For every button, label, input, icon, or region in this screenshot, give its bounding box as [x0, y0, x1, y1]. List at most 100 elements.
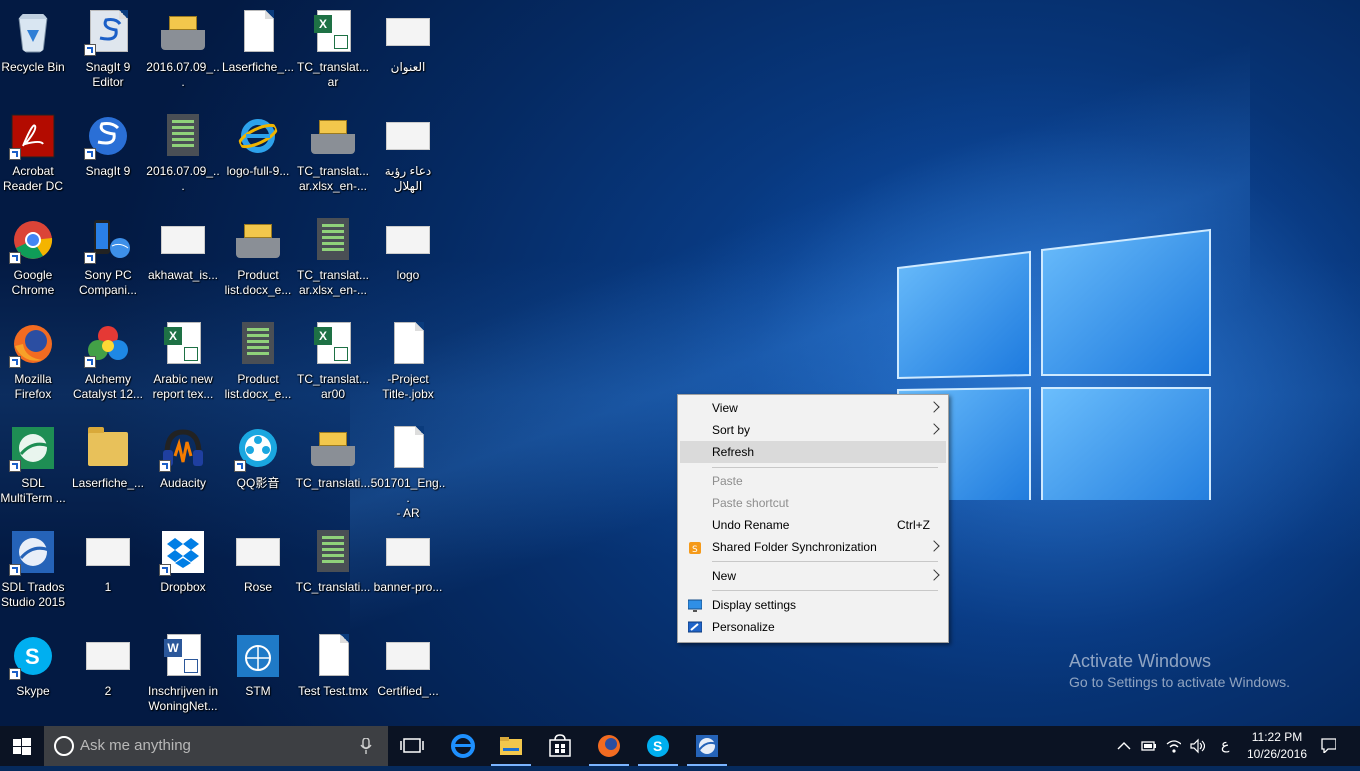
desktop-icon[interactable]: Google Chrome [0, 212, 71, 312]
desktop-icon[interactable]: X Arabic new report tex... [145, 316, 221, 416]
desktop-icon[interactable]: دعاء رؤية الهلال [370, 108, 446, 208]
menu-separator [712, 590, 938, 591]
desktop-icon[interactable]: Acrobat Reader DC [0, 108, 71, 208]
cortana-icon [54, 736, 74, 756]
desktop-icon-label: TC_translati... [295, 476, 371, 490]
desktop-icon[interactable]: W Inschrijven in WoningNet... [145, 628, 221, 726]
desktop-icon[interactable]: STM [220, 628, 296, 726]
desktop-icon[interactable]: العنوان [370, 4, 446, 104]
menu-item-refresh[interactable]: Refresh [680, 441, 946, 463]
desktop-icon[interactable]: logo [370, 212, 446, 312]
desktop-icon[interactable]: SDL MultiTerm ... [0, 420, 71, 520]
desktop-icon[interactable]: 2016.07.09_... [145, 108, 221, 208]
clock-time: 11:22 PM [1251, 730, 1303, 744]
clock[interactable]: 11:22 PM 10/26/2016 [1240, 729, 1314, 763]
desktop-icon-label: Dropbox [160, 580, 206, 594]
battery-power-icon[interactable] [1140, 738, 1156, 754]
desktop-icon-label: Rose [243, 580, 272, 594]
edge-icon [451, 734, 475, 758]
desktop-icon[interactable]: -Project Title-.jobx [370, 316, 446, 416]
menu-item-label: Paste shortcut [712, 496, 789, 510]
taskbar-skype[interactable]: S [634, 726, 682, 766]
desktop-icon[interactable]: banner-pro... [370, 524, 446, 624]
desktop-icon[interactable]: SnagIt 9 [70, 108, 146, 208]
menu-item-display-settings[interactable]: Display settings [680, 594, 946, 616]
desktop-icon[interactable]: TC_translati... [295, 420, 371, 520]
desktop-icon[interactable]: Laserfiche_... [70, 420, 146, 520]
svg-text:S: S [692, 545, 698, 555]
desktop-icon[interactable]: Test Test.tmx [295, 628, 371, 726]
volume-icon[interactable] [1189, 738, 1205, 754]
desktop-icon[interactable]: 501701_Eng... - AR [370, 420, 446, 520]
action-center-icon[interactable] [1320, 737, 1336, 753]
taskbar-firefox[interactable] [585, 726, 633, 766]
desktop-icon[interactable]: X TC_translat... ar00 [295, 316, 371, 416]
desktop-icon-label: Alchemy Catalyst 12... [72, 372, 144, 401]
taskbar-edge[interactable] [439, 726, 487, 766]
desktop-icon[interactable]: 2 [70, 628, 146, 726]
desktop-icon[interactable]: TC_translati... [295, 524, 371, 624]
desktop-icon-label: 1 [104, 580, 112, 594]
text-document-icon [234, 320, 282, 368]
menu-item-paste-shortcut[interactable]: Paste shortcut [680, 492, 946, 514]
desktop-icon[interactable]: S Skype [0, 628, 71, 726]
desktop-icon[interactable]: Laserfiche_... [220, 4, 296, 104]
shortcut-arrow-icon [9, 148, 21, 160]
desktop-icon[interactable]: 1 [70, 524, 146, 624]
chevron-up-icon[interactable] [1116, 738, 1132, 754]
desktop-icon[interactable]: X TC_translat... ar [295, 4, 371, 104]
desktop-icon[interactable]: Alchemy Catalyst 12... [70, 316, 146, 416]
desktop-icon[interactable]: TC_translat... ar.xlsx_en-... [295, 212, 371, 312]
desktop-icon-label: Mozilla Firefox [14, 372, 52, 401]
microphone-icon[interactable] [360, 738, 372, 754]
menu-item-paste[interactable]: Paste [680, 470, 946, 492]
desktop-icon[interactable]: TC_translat... ar.xlsx_en-... [295, 108, 371, 208]
desktop-icon[interactable]: Rose [220, 524, 296, 624]
input-language-indicator[interactable]: ع [1221, 736, 1229, 753]
desktop[interactable]: Recycle Bin SnagIt 9 Editor 2016.07.09_...… [0, 0, 1360, 726]
shortcut-arrow-icon [9, 356, 21, 368]
desktop-icon[interactable]: Product list.docx_e... [220, 212, 296, 312]
menu-item-personalize[interactable]: Personalize [680, 616, 946, 638]
menu-item-undo-rename[interactable]: Undo Rename Ctrl+Z [680, 514, 946, 536]
desktop-icon-label: 2 [104, 684, 112, 698]
taskbar-sdl[interactable] [683, 726, 731, 766]
desktop-icon[interactable]: Product list.docx_e... [220, 316, 296, 416]
desktop-icon[interactable]: Audacity [145, 420, 221, 520]
menu-item-new[interactable]: New [680, 565, 946, 587]
desktop-icon[interactable]: SnagIt 9 Editor [70, 4, 146, 104]
file-tray-icon [309, 112, 357, 160]
desktop-icon[interactable]: 2016.07.09_... [145, 4, 221, 104]
menu-item-label: Shared Folder Synchronization [712, 540, 877, 554]
wifi-icon[interactable] [1165, 738, 1181, 754]
desktop-icon-label: Acrobat Reader DC [2, 164, 64, 193]
desktop-icon[interactable]: Sony PC Compani... [70, 212, 146, 312]
image-thumbnail-icon [384, 632, 432, 680]
svg-text:S: S [25, 644, 40, 669]
task-view-button[interactable] [388, 726, 436, 766]
start-button[interactable] [0, 726, 44, 766]
activate-windows-watermark: Activate Windows Go to Settings to activ… [1069, 650, 1290, 692]
taskbar-file-explorer[interactable] [487, 726, 535, 766]
desktop-icon[interactable]: logo-full-9... [220, 108, 296, 208]
desktop-icon[interactable]: Mozilla Firefox [0, 316, 71, 416]
menu-item-sort-by[interactable]: Sort by [680, 419, 946, 441]
menu-item-shortcut: Ctrl+Z [897, 518, 930, 532]
desktop-icon[interactable]: Dropbox [145, 524, 221, 624]
desktop-icon[interactable]: akhawat_is... [145, 212, 221, 312]
text-document-icon [309, 528, 357, 576]
menu-item-view[interactable]: View [680, 397, 946, 419]
desktop-icon[interactable]: Recycle Bin [0, 4, 71, 104]
skype-icon: S [9, 632, 57, 680]
desktop-icon-label: Laserfiche_... [221, 60, 295, 74]
menu-item-shared-folder-synchronization[interactable]: S Shared Folder Synchronization [680, 536, 946, 558]
desktop-icon[interactable]: Certified_... [370, 628, 446, 726]
svg-text:S: S [653, 738, 662, 754]
excel-icon: X [309, 320, 357, 368]
desktop-icon[interactable]: SDL Trados Studio 2015 [0, 524, 71, 624]
cortana-search-box[interactable]: Ask me anything [44, 726, 388, 766]
folder-icon [84, 424, 132, 472]
file-tray-icon [234, 216, 282, 264]
desktop-icon[interactable]: QQ影音 [220, 420, 296, 520]
taskbar-store[interactable] [536, 726, 584, 766]
